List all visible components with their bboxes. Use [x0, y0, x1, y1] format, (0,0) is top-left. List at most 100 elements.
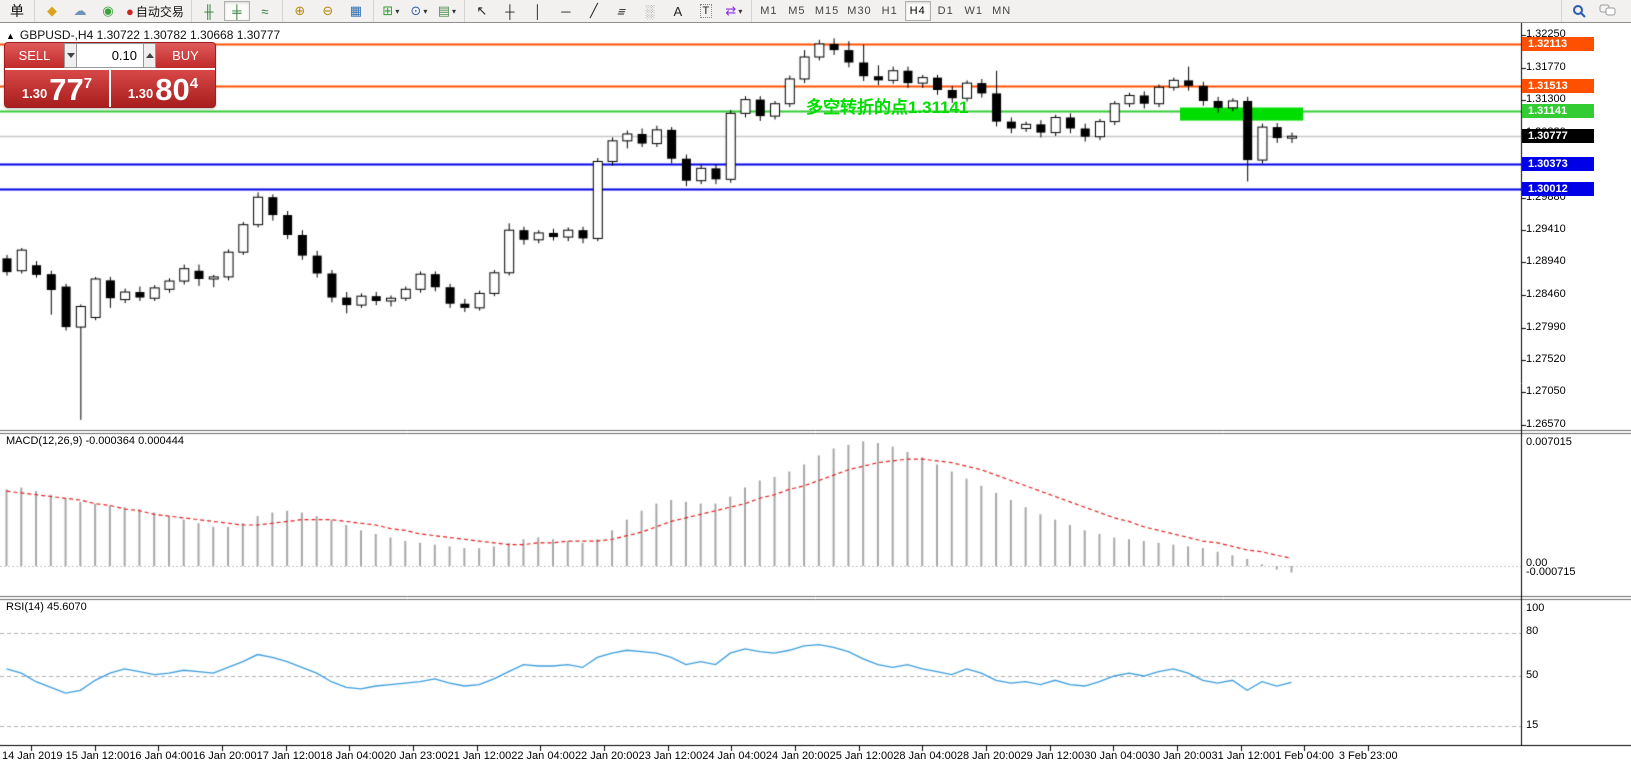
rsi-axis-label: 80 — [1526, 625, 1538, 637]
time-axis-label: 22 Jan 20:00 — [575, 750, 639, 762]
line-chart-icon[interactable]: ≈ — [252, 1, 278, 21]
sell-button[interactable]: SELL — [5, 43, 64, 68]
bar-chart-icon[interactable]: ╫ — [196, 1, 222, 21]
volume-increase-button[interactable] — [143, 43, 156, 68]
chat-icon[interactable] — [1594, 1, 1620, 21]
timeframe-group: M1M5M15M30H1H4D1W1MN — [751, 0, 1019, 22]
price-badge-1.32113: 1.32113 — [1522, 37, 1594, 51]
timeframe-h1[interactable]: H1 — [877, 1, 903, 21]
cursor-icon[interactable]: ↖ — [469, 1, 495, 21]
horizontal-line-icon[interactable]: ─ — [553, 1, 579, 21]
time-axis-label: 1 Feb 04:00 — [1275, 750, 1334, 762]
tile-windows-icon[interactable]: ▦ — [343, 1, 369, 21]
macd-axis-label: 0.007015 — [1526, 436, 1572, 448]
collapse-panel-icon[interactable]: ▲ — [6, 31, 15, 41]
toolbar-group-1: ◆☁◉●自动交易 — [34, 0, 191, 22]
time-axis-label: 18 Jan 04:00 — [320, 750, 384, 762]
toolbar-group-4: ⊞▾⊙▾▤▾ — [373, 0, 464, 22]
timeframe-h4[interactable]: H4 — [905, 1, 931, 21]
price-tick-label: 1.27990 — [1526, 321, 1566, 333]
time-axis-label: 24 Jan 04:00 — [702, 750, 766, 762]
price-tick-label: 1.31770 — [1526, 61, 1566, 73]
terminal-icon[interactable]: ☁ — [67, 1, 93, 21]
time-axis-label: 29 Jan 12:00 — [1021, 750, 1085, 762]
price-tick-label: 1.26570 — [1526, 418, 1566, 430]
sell-price-main: 77 — [49, 75, 83, 105]
periods-icon[interactable]: ⊙▾ — [406, 1, 432, 21]
rsi-indicator-label: RSI(14) 45.6070 — [6, 601, 87, 613]
vertical-line-icon[interactable]: │ — [525, 1, 551, 21]
time-axis-label: 31 Jan 12:00 — [1212, 750, 1276, 762]
buy-price-pip: 4 — [190, 75, 198, 92]
volume-control — [64, 43, 156, 68]
zoom-out-icon[interactable]: ⊖ — [315, 1, 341, 21]
price-tick-label: 1.27520 — [1526, 353, 1566, 365]
rsi-axis-label: 100 — [1526, 602, 1544, 614]
price-tick-label: 1.27050 — [1526, 385, 1566, 397]
grid-icon[interactable]: ░ — [637, 1, 663, 21]
zoom-in-icon[interactable]: ⊕ — [287, 1, 313, 21]
sell-price-prefix: 1.30 — [22, 86, 47, 101]
signal-icon[interactable]: ◉ — [95, 1, 121, 21]
text-icon[interactable]: A — [665, 1, 691, 21]
indicators-icon[interactable]: ⊞▾ — [378, 1, 404, 21]
timeframe-m1[interactable]: M1 — [756, 1, 782, 21]
main-toolbar: 单◆☁◉●自动交易╫╪≈⊕⊖▦⊞▾⊙▾▤▾↖┼│─╱≡░AT⇄▾M1M5M15M… — [0, 0, 1631, 23]
toolbar-right-group — [1561, 0, 1631, 22]
price-tick-label: 1.29410 — [1526, 223, 1566, 235]
timeframe-m30[interactable]: M30 — [844, 1, 874, 21]
indicators-icon-caret[interactable]: ▾ — [395, 7, 399, 16]
time-axis-label: 22 Jan 04:00 — [511, 750, 575, 762]
buy-button[interactable]: BUY — [156, 43, 215, 68]
arrows-icon-caret[interactable]: ▾ — [738, 7, 742, 16]
price-badge-1.30373: 1.30373 — [1522, 157, 1594, 171]
time-axis-label: 16 Jan 04:00 — [129, 750, 193, 762]
timeframe-mn[interactable]: MN — [989, 1, 1015, 21]
toolbar-group-2: ╫╪≈ — [191, 0, 282, 22]
price-badge-1.31513: 1.31513 — [1522, 79, 1594, 93]
buy-price-button[interactable]: 1.30 80 4 — [111, 70, 215, 107]
gold-icon[interactable]: ◆ — [39, 1, 65, 21]
templates-icon-caret[interactable]: ▾ — [452, 7, 456, 16]
volume-decrease-button[interactable] — [64, 43, 77, 68]
autotrading-label: 自动交易 — [136, 3, 184, 20]
volume-input[interactable] — [77, 43, 143, 68]
toolbar-group-0: 单 — [0, 0, 34, 22]
price-badge-1.30777: 1.30777 — [1522, 129, 1594, 143]
symbol-header: ▲ GBPUSD-,H4 1.30722 1.30782 1.30668 1.30… — [6, 28, 280, 42]
sell-price-button[interactable]: 1.30 77 7 — [5, 70, 111, 107]
mt4-window: { "toolbar": { "new_order_label": "单", "… — [0, 0, 1631, 771]
macd-indicator-label: MACD(12,26,9) -0.000364 0.000444 — [6, 435, 184, 447]
timeframe-w1[interactable]: W1 — [961, 1, 987, 21]
time-axis-label: 28 Jan 04:00 — [893, 750, 957, 762]
time-axis-label: 16 Jan 20:00 — [193, 750, 257, 762]
timeframe-d1[interactable]: D1 — [933, 1, 959, 21]
trendline-icon[interactable]: ╱ — [581, 1, 607, 21]
sell-price-pip: 7 — [84, 75, 92, 92]
price-tick-label: 1.28460 — [1526, 288, 1566, 300]
text-label-icon[interactable]: T — [693, 1, 719, 21]
timeframe-m15[interactable]: M15 — [812, 1, 842, 21]
fibonacci-icon[interactable]: ≡ — [609, 1, 635, 21]
templates-icon[interactable]: ▤▾ — [434, 1, 460, 21]
crosshair-icon[interactable]: ┼ — [497, 1, 523, 21]
search-icon[interactable] — [1566, 1, 1592, 21]
rsi-axis-label: 50 — [1526, 669, 1538, 681]
autotrading-button[interactable]: ●自动交易 — [123, 1, 187, 21]
timeframe-m5[interactable]: M5 — [784, 1, 810, 21]
arrows-icon[interactable]: ⇄▾ — [721, 1, 747, 21]
buy-price-prefix: 1.30 — [128, 86, 153, 101]
ohlc-text: GBPUSD-,H4 1.30722 1.30782 1.30668 1.307… — [20, 28, 280, 42]
periods-icon-caret[interactable]: ▾ — [423, 7, 427, 16]
candlestick-chart-icon[interactable]: ╪ — [224, 1, 250, 21]
time-axis-label: 24 Jan 20:00 — [766, 750, 830, 762]
time-axis-label: 30 Jan 20:00 — [1148, 750, 1212, 762]
time-axis-label: 15 Jan 12:00 — [66, 750, 130, 762]
time-axis-label: 14 Jan 2019 — [2, 750, 63, 762]
new-order-button[interactable]: 单 — [4, 1, 30, 21]
time-axis-label: 21 Jan 12:00 — [448, 750, 512, 762]
time-axis-label: 3 Feb 23:00 — [1339, 750, 1398, 762]
time-axis-label: 17 Jan 12:00 — [257, 750, 321, 762]
time-axis-label: 30 Jan 04:00 — [1084, 750, 1148, 762]
one-click-trading-panel: SELL BUY 1.30 77 7 1.30 80 4 — [4, 42, 216, 108]
